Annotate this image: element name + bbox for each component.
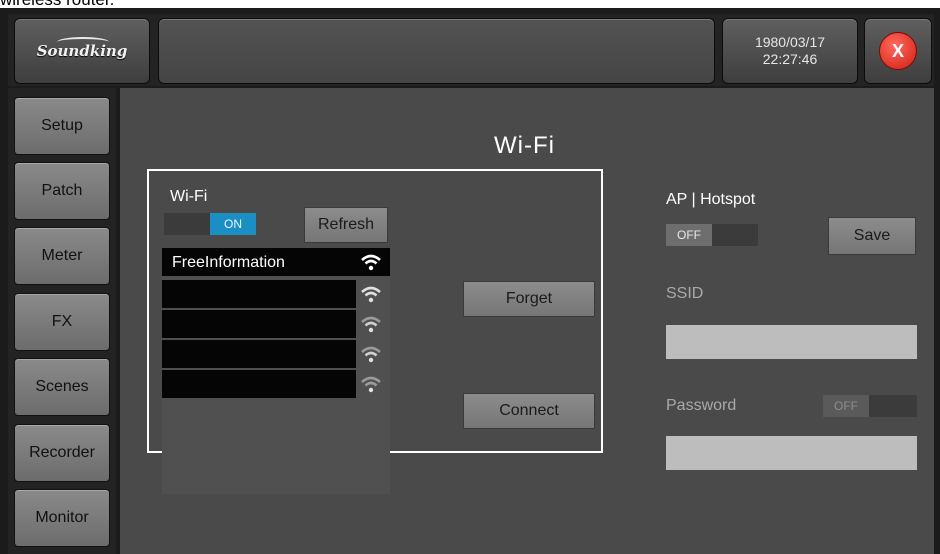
- network-row[interactable]: [162, 280, 356, 308]
- date-text: 1980/03/17: [754, 34, 826, 50]
- hotspot-label: AP | Hotspot: [666, 191, 756, 208]
- wifi-toggle[interactable]: ON: [164, 213, 256, 235]
- date-time-display: 1980/03/17 22:27:46: [722, 18, 858, 84]
- hotspot-toggle-on-half: [712, 224, 758, 246]
- network-name: FreeInformation: [172, 254, 285, 271]
- title-bar-box: [158, 18, 715, 84]
- refresh-button[interactable]: Refresh: [304, 207, 388, 243]
- wifi-toggle-off-half: [164, 213, 210, 235]
- sidebar-item-fx[interactable]: FX: [14, 293, 110, 351]
- close-button[interactable]: X: [864, 18, 932, 84]
- sidebar-item-meter[interactable]: Meter: [14, 227, 110, 285]
- password-toggle-on-half: [869, 395, 917, 417]
- network-row[interactable]: [162, 340, 356, 368]
- wifi-signal-icon: [361, 346, 381, 363]
- hotspot-toggle-state: OFF: [666, 224, 712, 246]
- sidebar-item-monitor[interactable]: Monitor: [14, 489, 110, 547]
- wifi-signal-icon: [361, 316, 381, 333]
- password-input[interactable]: [666, 436, 917, 470]
- close-icon: X: [879, 32, 917, 70]
- wifi-label: Wi-Fi: [170, 188, 208, 205]
- logo[interactable]: Soundking: [14, 18, 150, 84]
- main-panel: Wi-Fi Wi-Fi ON Refresh FreeInformation F…: [120, 88, 934, 554]
- app-frame: Soundking 1980/03/17 22:27:46 X Setup Pa…: [0, 8, 940, 554]
- wifi-signal-icon: [361, 254, 381, 271]
- wifi-signal-icon: [361, 286, 381, 303]
- sidebar-item-setup[interactable]: Setup: [14, 97, 110, 155]
- time-text: 22:27:46: [762, 51, 818, 67]
- wifi-signal-icon: [361, 376, 381, 393]
- forget-button[interactable]: Forget: [463, 281, 595, 317]
- network-row[interactable]: [162, 310, 356, 338]
- top-bar: Soundking 1980/03/17 22:27:46 X: [8, 14, 934, 86]
- sidebar: Setup Patch Meter FX Scenes Recorder Mon…: [8, 88, 116, 554]
- sidebar-item-patch[interactable]: Patch: [14, 162, 110, 220]
- ssid-input[interactable]: [666, 325, 917, 359]
- hotspot-toggle[interactable]: OFF: [666, 224, 758, 246]
- connect-button[interactable]: Connect: [463, 393, 595, 429]
- password-label: Password: [666, 397, 737, 414]
- sidebar-item-recorder[interactable]: Recorder: [14, 424, 110, 482]
- logo-swoosh-icon: [57, 37, 109, 47]
- page-title: Wi-Fi: [494, 132, 555, 159]
- network-row[interactable]: FreeInformation: [162, 248, 390, 276]
- close-label: X: [891, 40, 904, 61]
- password-visibility-toggle[interactable]: OFF: [823, 395, 917, 417]
- sidebar-item-scenes[interactable]: Scenes: [14, 358, 110, 416]
- save-button[interactable]: Save: [828, 217, 916, 255]
- password-toggle-state: OFF: [823, 395, 869, 417]
- ssid-label: SSID: [666, 285, 704, 302]
- wifi-toggle-state: ON: [210, 213, 256, 235]
- network-list: FreeInformation: [162, 248, 390, 494]
- network-row[interactable]: [162, 370, 356, 398]
